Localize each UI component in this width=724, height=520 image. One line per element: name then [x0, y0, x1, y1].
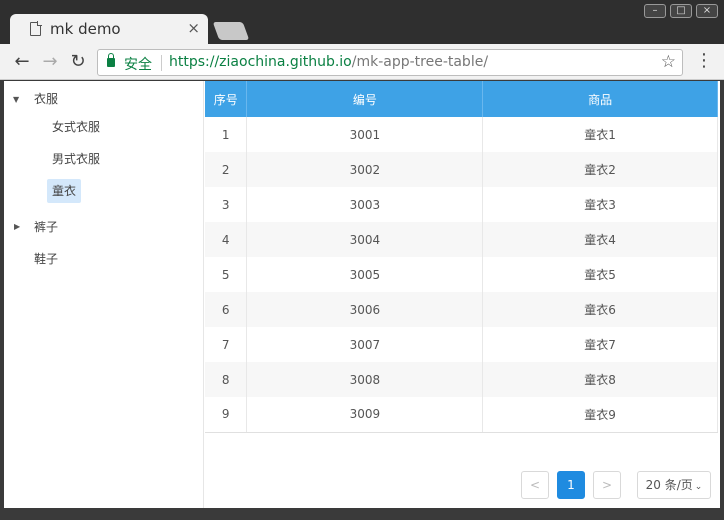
tree-node-clothes[interactable]: 衣服	[34, 87, 58, 111]
cell-code: 3003	[246, 187, 484, 222]
forward-arrow-icon[interactable]: →	[38, 50, 62, 74]
tab-bar: mk demo × – □ ×	[0, 0, 724, 44]
close-window-button[interactable]: ×	[696, 4, 718, 18]
reload-icon[interactable]: ↻	[66, 50, 90, 74]
caret-right-icon[interactable]: ▶	[14, 222, 20, 231]
category-tree: ▼ 衣服 女式衣服 男式衣服 童衣 ▶ 裤子 鞋子	[4, 81, 204, 508]
window-controls: – □ ×	[644, 4, 718, 18]
table-row[interactable]: 2 3002 童衣2	[205, 152, 718, 187]
cell-product: 童衣5	[482, 257, 718, 292]
omnibox-divider	[161, 55, 162, 71]
url-text: https://ziaochina.github.io/mk-app-tree-…	[169, 54, 488, 70]
secure-label: 安全	[124, 57, 152, 73]
cell-product: 童衣6	[482, 292, 718, 327]
address-bar[interactable]: 安全 https://ziaochina.github.io/mk-app-tr…	[97, 49, 683, 76]
browser-menu-icon[interactable]: ⋮	[695, 52, 713, 70]
page-content: ▼ 衣服 女式衣服 男式衣服 童衣 ▶ 裤子 鞋子 序号 编号 商品 1 3001…	[4, 81, 720, 508]
cell-code: 3001	[246, 117, 484, 152]
table-row[interactable]: 7 3007 童衣7	[205, 327, 718, 362]
cell-index: 4	[205, 222, 248, 257]
maximize-button[interactable]: □	[670, 4, 692, 18]
cell-code: 3004	[246, 222, 484, 257]
page-size-value: 20 条/页	[645, 478, 693, 492]
cell-code: 3006	[246, 292, 484, 327]
table-row[interactable]: 3 3003 童衣3	[205, 187, 718, 222]
cell-product: 童衣1	[482, 117, 718, 152]
page-1-button[interactable]: 1	[557, 471, 585, 499]
document-icon	[30, 21, 42, 36]
url-host: https://ziaochina.github.io	[169, 54, 352, 70]
tab-mk-demo[interactable]: mk demo ×	[10, 14, 208, 44]
back-arrow-icon[interactable]: ←	[10, 50, 34, 74]
url-path: /mk-app-tree-table/	[351, 54, 489, 70]
minimize-button[interactable]: –	[644, 4, 666, 18]
cell-product: 童衣9	[482, 397, 718, 433]
table-row[interactable]: 9 3009 童衣9	[205, 397, 718, 433]
cell-code: 3002	[246, 152, 484, 187]
tab-close-icon[interactable]: ×	[187, 19, 200, 37]
browser-toolbar: ← → ↻ 安全 https://ziaochina.github.io/mk-…	[0, 44, 724, 80]
tab-title: mk demo	[50, 20, 121, 38]
bookmark-star-icon[interactable]: ☆	[661, 52, 676, 72]
tree-node-shoes[interactable]: 鞋子	[34, 247, 58, 271]
table-row[interactable]: 4 3004 童衣4	[205, 222, 718, 257]
table-row[interactable]: 6 3006 童衣6	[205, 292, 718, 327]
cell-product: 童衣2	[482, 152, 718, 187]
table-row[interactable]: 8 3008 童衣8	[205, 362, 718, 397]
product-table: 序号 编号 商品 1 3001 童衣1 2 3002 童衣2 3 3003 童衣3 4 300…	[205, 81, 718, 433]
cell-product: 童衣4	[482, 222, 718, 257]
table-area: 序号 编号 商品 1 3001 童衣1 2 3002 童衣2 3 3003 童衣3 4 300…	[205, 81, 720, 508]
new-tab-button[interactable]	[212, 22, 250, 40]
table-row[interactable]: 1 3001 童衣1	[205, 117, 718, 152]
lock-icon	[107, 53, 115, 67]
tree-node-mens[interactable]: 男式衣服	[52, 147, 100, 171]
cell-code: 3007	[246, 327, 484, 362]
column-header-product[interactable]: 商品	[482, 81, 718, 117]
cell-index: 9	[205, 397, 248, 433]
cell-index: 3	[205, 187, 248, 222]
cell-index: 5	[205, 257, 248, 292]
cell-product: 童衣3	[482, 187, 718, 222]
cell-product: 童衣8	[482, 362, 718, 397]
table-row[interactable]: 5 3005 童衣5	[205, 257, 718, 292]
cell-code: 3008	[246, 362, 484, 397]
cell-index: 2	[205, 152, 248, 187]
tree-node-kids[interactable]: 童衣	[47, 179, 82, 203]
cell-code: 3005	[246, 257, 484, 292]
cell-code: 3009	[246, 397, 484, 433]
browser-window: mk demo × – □ × ← → ↻ 安全 https://ziaochi…	[0, 0, 724, 520]
tree-node-womens[interactable]: 女式衣服	[52, 115, 100, 139]
table-header-row: 序号 编号 商品	[205, 81, 718, 117]
caret-down-icon[interactable]: ▼	[13, 95, 19, 104]
cell-product: 童衣7	[482, 327, 718, 362]
cell-index: 8	[205, 362, 248, 397]
cell-index: 6	[205, 292, 248, 327]
cell-index: 7	[205, 327, 248, 362]
page-size-select[interactable]: 20 条/页 ⌄	[637, 471, 711, 499]
cell-index: 1	[205, 117, 248, 152]
tree-node-pants[interactable]: 裤子	[34, 215, 58, 239]
column-header-index[interactable]: 序号	[205, 81, 248, 117]
chevron-down-icon: ⌄	[694, 482, 703, 492]
column-header-code[interactable]: 编号	[246, 81, 484, 117]
prev-page-button[interactable]: <	[521, 471, 549, 499]
next-page-button[interactable]: >	[593, 471, 621, 499]
